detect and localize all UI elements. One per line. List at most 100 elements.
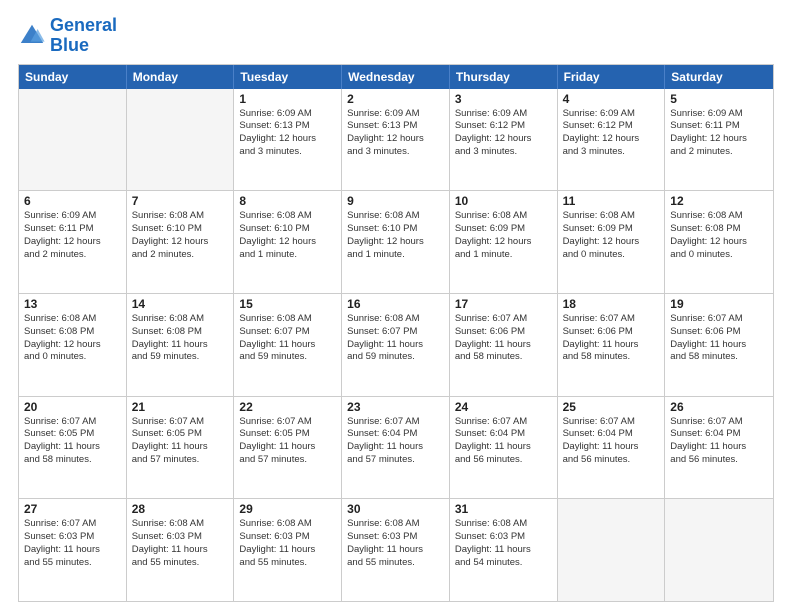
cell-line: and 56 minutes. — [563, 454, 660, 467]
cell-line: and 58 minutes. — [455, 351, 552, 364]
cell-line: and 1 minute. — [455, 249, 552, 262]
cell-line: and 2 minutes. — [24, 249, 121, 262]
cell-line: Sunrise: 6:08 AM — [239, 518, 336, 531]
day-number: 3 — [455, 92, 552, 106]
cell-line: Sunset: 6:03 PM — [239, 531, 336, 544]
calendar-cell: 10Sunrise: 6:08 AMSunset: 6:09 PMDayligh… — [450, 191, 558, 293]
cell-line: Sunrise: 6:08 AM — [347, 313, 444, 326]
cell-line: Sunrise: 6:08 AM — [132, 210, 229, 223]
cell-line: Daylight: 11 hours — [670, 339, 768, 352]
calendar-row: 27Sunrise: 6:07 AMSunset: 6:03 PMDayligh… — [19, 498, 773, 601]
cell-line: Sunset: 6:06 PM — [670, 326, 768, 339]
cell-line: Daylight: 11 hours — [132, 441, 229, 454]
cell-line: Daylight: 12 hours — [239, 133, 336, 146]
day-number: 12 — [670, 194, 768, 208]
day-number: 10 — [455, 194, 552, 208]
cell-line: Sunset: 6:11 PM — [670, 120, 768, 133]
cell-line: Sunrise: 6:07 AM — [563, 416, 660, 429]
cell-line: Sunset: 6:08 PM — [132, 326, 229, 339]
cell-line: Sunrise: 6:07 AM — [670, 313, 768, 326]
calendar: SundayMondayTuesdayWednesdayThursdayFrid… — [18, 64, 774, 602]
calendar-cell: 9Sunrise: 6:08 AMSunset: 6:10 PMDaylight… — [342, 191, 450, 293]
cell-line: and 54 minutes. — [455, 557, 552, 570]
cell-line: Sunset: 6:13 PM — [239, 120, 336, 133]
cell-line: Daylight: 11 hours — [347, 544, 444, 557]
cell-line: Daylight: 12 hours — [563, 133, 660, 146]
logo-icon — [18, 22, 46, 50]
calendar-cell: 12Sunrise: 6:08 AMSunset: 6:08 PMDayligh… — [665, 191, 773, 293]
calendar-body: 1Sunrise: 6:09 AMSunset: 6:13 PMDaylight… — [19, 89, 773, 601]
cell-line: Sunrise: 6:08 AM — [24, 313, 121, 326]
calendar-header: SundayMondayTuesdayWednesdayThursdayFrid… — [19, 65, 773, 89]
cell-line: Sunset: 6:10 PM — [347, 223, 444, 236]
cell-line: Sunrise: 6:08 AM — [670, 210, 768, 223]
cell-line: Daylight: 12 hours — [670, 133, 768, 146]
cell-line: Sunrise: 6:08 AM — [347, 518, 444, 531]
day-number: 25 — [563, 400, 660, 414]
cell-line: Sunset: 6:08 PM — [24, 326, 121, 339]
day-number: 27 — [24, 502, 121, 516]
calendar-cell: 21Sunrise: 6:07 AMSunset: 6:05 PMDayligh… — [127, 397, 235, 499]
header-cell-monday: Monday — [127, 65, 235, 89]
cell-line: and 3 minutes. — [563, 146, 660, 159]
calendar-cell: 15Sunrise: 6:08 AMSunset: 6:07 PMDayligh… — [234, 294, 342, 396]
cell-line: Sunset: 6:03 PM — [132, 531, 229, 544]
cell-line: and 59 minutes. — [347, 351, 444, 364]
calendar-cell: 22Sunrise: 6:07 AMSunset: 6:05 PMDayligh… — [234, 397, 342, 499]
cell-line: and 58 minutes. — [24, 454, 121, 467]
cell-line: Daylight: 12 hours — [132, 236, 229, 249]
cell-line: Daylight: 12 hours — [24, 236, 121, 249]
cell-line: Sunset: 6:06 PM — [455, 326, 552, 339]
cell-line: Daylight: 11 hours — [239, 544, 336, 557]
cell-line: Sunrise: 6:07 AM — [563, 313, 660, 326]
calendar-cell: 27 Sunrise: 6:07 AMSunset: 6:03 PMDayligh… — [19, 499, 127, 601]
cell-line: Sunset: 6:05 PM — [132, 428, 229, 441]
cell-line: and 1 minute. — [239, 249, 336, 262]
cell-line: Sunrise: 6:09 AM — [239, 108, 336, 121]
cell-line: Daylight: 11 hours — [563, 339, 660, 352]
cell-line: Sunrise: 6:07 AM — [670, 416, 768, 429]
cell-line: Sunset: 6:12 PM — [455, 120, 552, 133]
cell-line: Sunrise: 6:09 AM — [347, 108, 444, 121]
cell-line: Daylight: 12 hours — [347, 133, 444, 146]
cell-line: Sunset: 6:08 PM — [670, 223, 768, 236]
calendar-cell: 23Sunrise: 6:07 AMSunset: 6:04 PMDayligh… — [342, 397, 450, 499]
day-number: 28 — [132, 502, 229, 516]
day-number: 30 — [347, 502, 444, 516]
logo: General Blue — [18, 16, 117, 56]
cell-line: and 0 minutes. — [670, 249, 768, 262]
cell-line: Sunset: 6:06 PM — [563, 326, 660, 339]
header-cell-wednesday: Wednesday — [342, 65, 450, 89]
cell-line: and 57 minutes. — [132, 454, 229, 467]
cell-line: Sunset: 6:03 PM — [24, 531, 121, 544]
day-number: 26 — [670, 400, 768, 414]
cell-line: and 57 minutes. — [239, 454, 336, 467]
header-cell-sunday: Sunday — [19, 65, 127, 89]
calendar-row: 13Sunrise: 6:08 AMSunset: 6:08 PMDayligh… — [19, 293, 773, 396]
day-number: 20 — [24, 400, 121, 414]
cell-line: Sunrise: 6:07 AM — [455, 313, 552, 326]
cell-line: Sunset: 6:05 PM — [239, 428, 336, 441]
calendar-cell: 2Sunrise: 6:09 AMSunset: 6:13 PMDaylight… — [342, 89, 450, 191]
day-number: 11 — [563, 194, 660, 208]
cell-line: Sunrise: 6:08 AM — [239, 313, 336, 326]
day-number: 1 — [239, 92, 336, 106]
day-number: 17 — [455, 297, 552, 311]
cell-line: Daylight: 11 hours — [132, 544, 229, 557]
header-cell-tuesday: Tuesday — [234, 65, 342, 89]
calendar-cell — [19, 89, 127, 191]
cell-line: Daylight: 11 hours — [455, 544, 552, 557]
page: General Blue SundayMondayTuesdayWednesda… — [0, 0, 792, 612]
calendar-cell: 8Sunrise: 6:08 AMSunset: 6:10 PMDaylight… — [234, 191, 342, 293]
calendar-cell: 3Sunrise: 6:09 AMSunset: 6:12 PMDaylight… — [450, 89, 558, 191]
cell-line: Sunrise: 6:09 AM — [670, 108, 768, 121]
header-cell-thursday: Thursday — [450, 65, 558, 89]
cell-line: Sunset: 6:07 PM — [239, 326, 336, 339]
cell-line: Sunset: 6:10 PM — [239, 223, 336, 236]
cell-line: Daylight: 11 hours — [24, 544, 121, 557]
cell-line: Sunrise: 6:07 AM — [24, 518, 121, 531]
cell-line: Sunrise: 6:08 AM — [239, 210, 336, 223]
calendar-cell — [665, 499, 773, 601]
cell-line: and 59 minutes. — [239, 351, 336, 364]
cell-line: Daylight: 12 hours — [24, 339, 121, 352]
